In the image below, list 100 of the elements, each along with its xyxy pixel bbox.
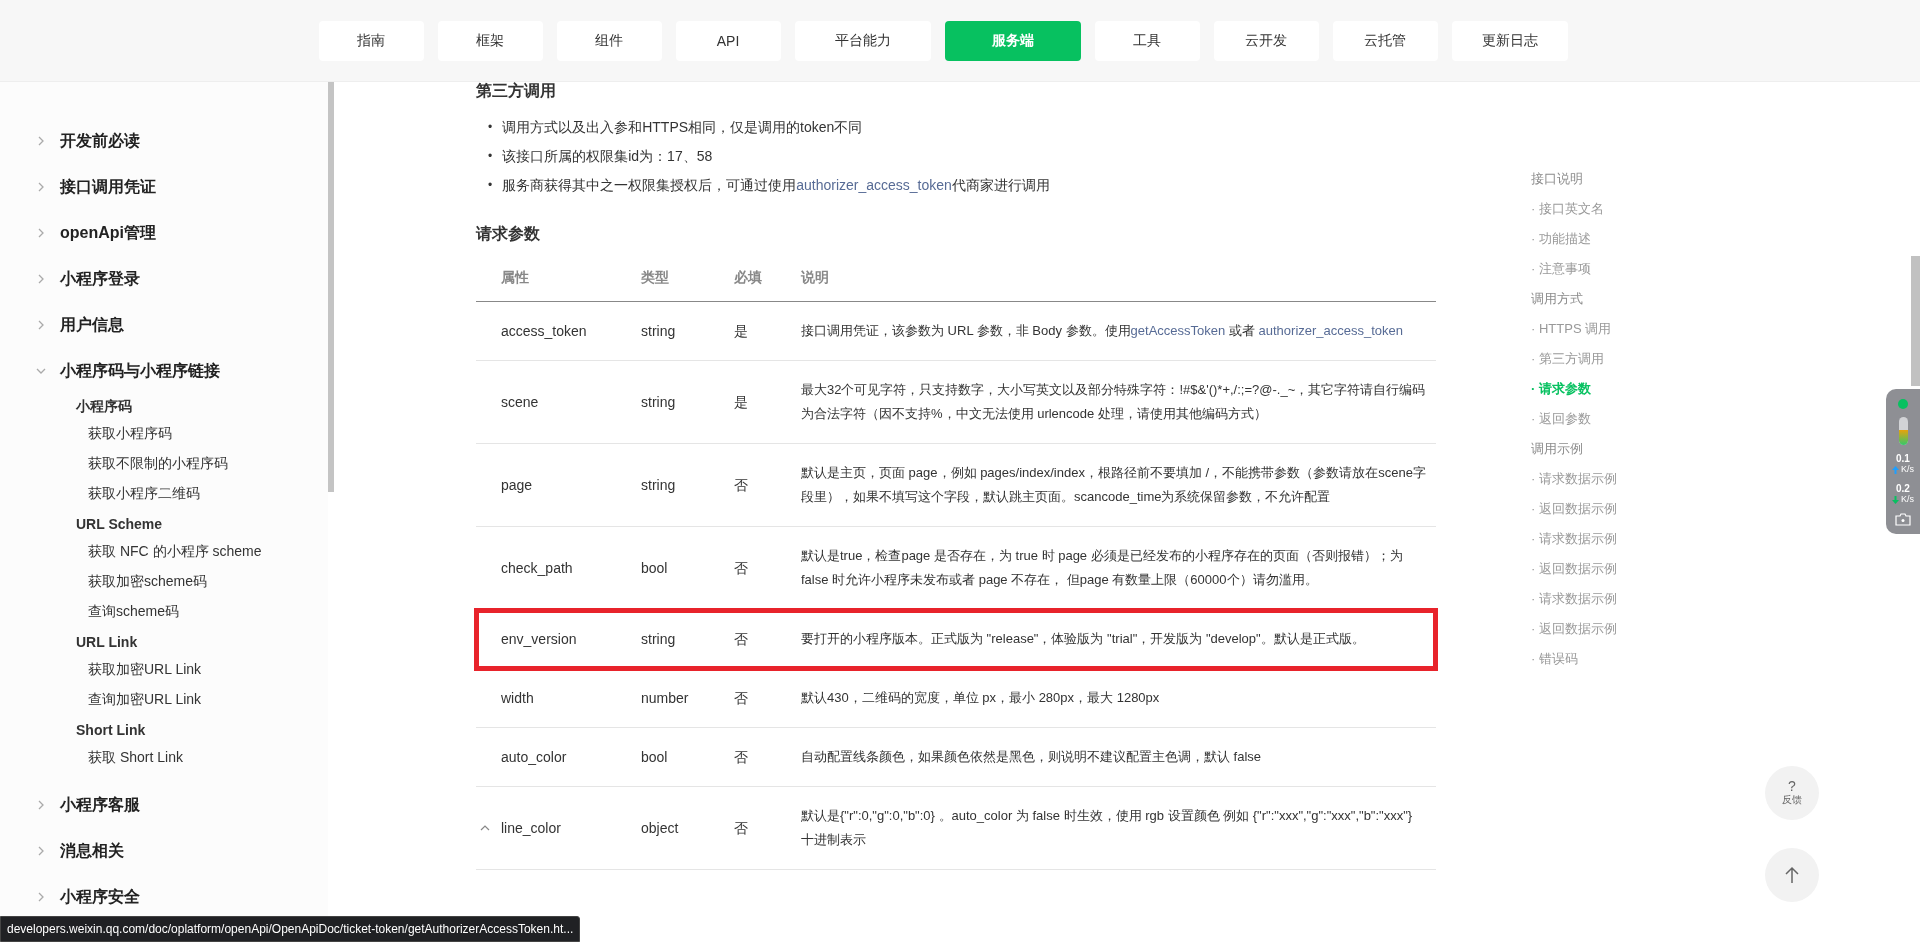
sidebar-link[interactable]: 获取 Short Link [76, 742, 328, 772]
table-cell: string [641, 631, 676, 647]
chevron-icon [36, 182, 46, 192]
upload-rate: 0.1 [1896, 453, 1910, 464]
sidebar-group-title: URL Scheme [76, 515, 164, 534]
table-cell: 否 [734, 631, 748, 647]
sidebar-link[interactable]: 查询加密URL Link [76, 684, 328, 714]
sidebar-item[interactable]: 接口调用凭证 [0, 164, 328, 210]
table-cell-text: 自动配置线条颜色，如果颜色依然是黑色，则说明不建议配置主色调，默认 false [801, 748, 1263, 766]
bullet-text: 该接口所属的权限集id为：17、58 [502, 146, 713, 165]
table-cell-text: 默认是主页，页面 page，例如 pages/index/index，根路径前不要填加 /，不能携带参数（参数请放在scene字段里），如果不填写这个字段，默认跳主页面。scancode_time为系统保留参数，不允许配置 [801, 464, 1427, 506]
bullet-marker: • [488, 147, 493, 164]
down-arrow-icon [1892, 495, 1899, 504]
chevron-icon [36, 846, 46, 856]
up-arrow-icon [1892, 465, 1899, 474]
status-dot-icon [1898, 399, 1908, 409]
column-header: 必填 [722, 255, 789, 302]
download-rate: 0.2 [1896, 483, 1910, 494]
nav-tab[interactable]: 指南 [318, 20, 424, 61]
sidebar-link[interactable]: 获取加密scheme码 [76, 566, 328, 596]
table-cell-text: 要打开的小程序版本。正式版为 "release"，体验版为 "trial"，开发版为 "develop"。默认是正式版。 [801, 630, 1366, 648]
chevron-up-icon[interactable] [480, 824, 490, 832]
toc-link[interactable]: 调用示例 [1531, 434, 1617, 464]
nav-tab[interactable]: 云开发 [1213, 20, 1319, 61]
column-header: 属性 [476, 255, 629, 302]
table-cell-text: 接口调用凭证，该参数为 URL 参数，非 Body 参数。使用getAccessToken 或者 authorizer_access_token [801, 322, 1405, 340]
table-cell: line_color [501, 820, 561, 836]
table-cell: page [501, 477, 533, 493]
rate-unit: K/s [1901, 464, 1914, 475]
table-cell: 否 [734, 560, 748, 576]
sidebar-item[interactable]: openApi管理 [0, 210, 328, 256]
nav-tab[interactable]: 云托管 [1332, 20, 1438, 61]
table-cell: scene [501, 394, 539, 410]
sidebar-item[interactable]: 用户信息 [0, 302, 328, 348]
scrollbar[interactable] [1911, 256, 1920, 386]
scrollbar[interactable] [328, 82, 334, 492]
link[interactable]: authorizer_access_token [796, 176, 952, 193]
chevron-icon [36, 274, 46, 284]
sidebar-link[interactable]: 获取 NFC 的小程序 scheme [76, 536, 328, 566]
column-header: 类型 [629, 255, 722, 302]
arrow-up-icon [1784, 866, 1800, 884]
link[interactable]: getAccessToken [1130, 323, 1226, 338]
chevron-icon [36, 228, 46, 238]
sidebar-link[interactable]: 获取不限制的小程序码 [76, 448, 328, 478]
table-cell: 否 [734, 820, 748, 836]
sidebar-group-title: 小程序码 [76, 397, 133, 416]
nav-tab[interactable]: 更新日志 [1451, 20, 1568, 61]
toc-link[interactable]: 调用方式 [1531, 284, 1617, 314]
table-cell: auto_color [501, 749, 567, 765]
sidebar-link[interactable]: 查询scheme码 [76, 596, 328, 626]
table-cell: bool [641, 560, 668, 576]
sidebar-group-title: URL Link [76, 633, 139, 652]
chevron-icon [36, 366, 46, 376]
bullet-marker: • [488, 176, 493, 193]
sidebar-group-title: Short Link [76, 721, 147, 740]
table-cell: bool [641, 749, 668, 765]
toc-link[interactable]: 接口说明 [1531, 164, 1617, 194]
bullet-text: 服务商获得其中之一权限集授权后，可通过使用authorizer_access_token代商家进行调用 [502, 175, 1050, 194]
table-cell: 是 [734, 323, 748, 339]
camera-icon[interactable] [1895, 513, 1911, 526]
table-cell: check_path [501, 560, 573, 576]
link[interactable]: authorizer_access_token [1258, 323, 1404, 338]
table-cell: number [641, 690, 689, 706]
table-cell: env_version [501, 631, 577, 647]
sidebar-item[interactable]: 开发前必读 [0, 118, 328, 164]
table-cell: string [641, 394, 676, 410]
chevron-icon [36, 320, 46, 330]
table-cell: object [641, 820, 679, 836]
sidebar-item[interactable]: 小程序登录 [0, 256, 328, 302]
section-heading: 第三方调用 [476, 81, 557, 101]
chevron-icon [36, 892, 46, 902]
table-cell: 否 [734, 477, 748, 493]
chevron-icon [36, 800, 46, 810]
table-cell: width [501, 690, 534, 706]
sidebar-link[interactable]: 获取小程序二维码 [76, 478, 328, 508]
table-cell: string [641, 323, 676, 339]
table-cell: 否 [734, 749, 748, 765]
nav-tab[interactable]: 平台能力 [794, 20, 931, 61]
sidebar-link[interactable]: 获取加密URL Link [76, 654, 328, 684]
table-cell-text: 默认430，二维码的宽度，单位 px，最小 280px，最大 1280px [801, 689, 1161, 707]
sidebar-item[interactable]: 小程序码与小程序链接 [0, 348, 328, 394]
table-cell: access_token [501, 323, 587, 339]
bullet-marker: • [488, 118, 493, 135]
bullet-text: 调用方式以及出入参和HTTPS相同，仅是调用的token不同 [502, 117, 863, 136]
feedback-button[interactable]: ? 反馈 [1765, 766, 1819, 820]
status-bar-url: developers.weixin.qq.com/doc/oplatform/openApi/OpenApiDoc/ticket-token/getAuthorizerAccessToken.ht... [0, 916, 581, 942]
nav-tab[interactable]: 框架 [437, 20, 543, 61]
sidebar-link[interactable]: 获取小程序码 [76, 418, 328, 448]
chevron-icon [36, 136, 46, 146]
table-cell: string [641, 477, 676, 493]
table-cell-text: 默认是true，检查page 是否存在，为 true 时 page 必须是已经发布的小程序存在的页面（否则报错）；为 false 时允许小程序未发布或者 page 不存在， 但page 有数量上限（60000个）请勿滥用。 [801, 547, 1404, 589]
nav-tab[interactable]: 组件 [556, 20, 662, 61]
sidebar-item[interactable]: 小程序客服 [0, 782, 328, 828]
column-header: 说明 [789, 255, 1436, 302]
table-cell-text: 默认是{"r":0,"g":0,"b":0} 。auto_color 为 false 时生效，使用 rgb 设置颜色 例如 {"r":"xxx","g":"xxx","b":"xxx"} 十进制表示 [801, 807, 1414, 849]
table-cell: 否 [734, 690, 748, 706]
nav-tab[interactable]: 工具 [1094, 20, 1200, 61]
sidebar-item[interactable]: 消息相关 [0, 828, 328, 874]
table-cell: 是 [734, 394, 748, 410]
nav-tab[interactable]: API [675, 20, 781, 61]
